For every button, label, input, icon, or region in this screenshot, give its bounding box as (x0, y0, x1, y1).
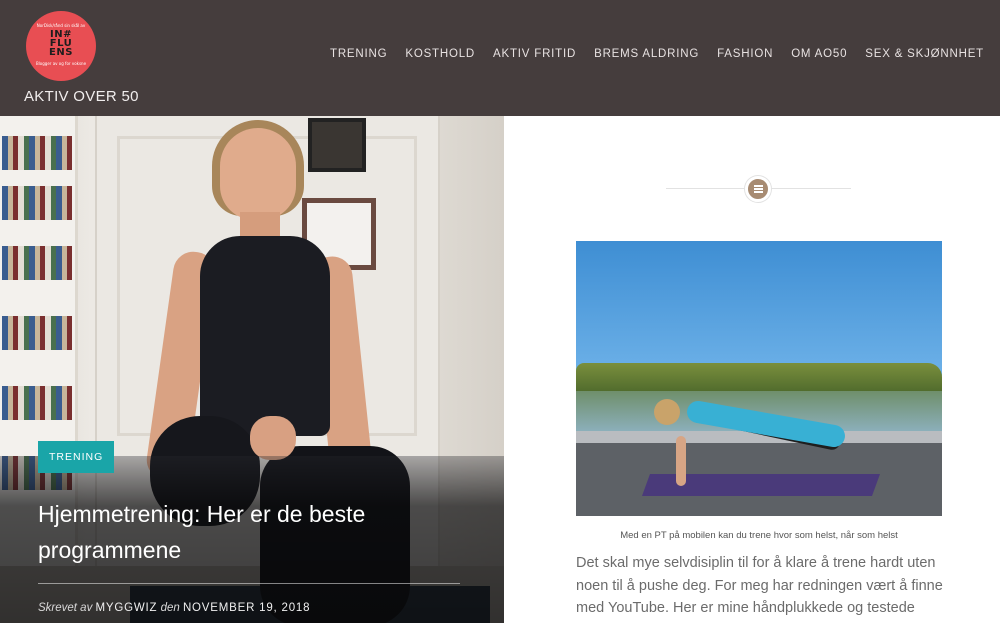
author-link[interactable]: MYGGWIZ (96, 602, 158, 614)
category-badge[interactable]: TRENING (38, 441, 115, 473)
nav-item-brems-aldring[interactable]: BREMS ALDRING (594, 48, 699, 60)
article-image[interactable] (576, 241, 942, 516)
post-meta: Skrevet av MYGGWIZ den NOVEMBER 19, 2018 (38, 602, 310, 614)
nav-item-sex-skjonnhet[interactable]: SEX & SKJØNNHET (865, 48, 984, 60)
nav-item-trening[interactable]: TRENING (330, 48, 387, 60)
logo-tagline-bottom: Blogger av og for voksne (35, 61, 87, 66)
main-nav: TRENING KOSTHOLD AKTIV FRITID BREMS ALDR… (330, 48, 984, 60)
date-label: den (160, 602, 180, 614)
image-caption: Med en PT på mobilen kan du trene hvor s… (620, 530, 898, 541)
site-logo[interactable]: NorDisk/rånd sin skål av IN# FLU ENS Blogg… (26, 11, 96, 81)
nav-item-kosthold[interactable]: KOSTHOLD (405, 48, 475, 60)
article-content: Med en PT på mobilen kan du trene hvor s… (504, 116, 1000, 623)
site-title[interactable]: AKTIV OVER 50 (24, 88, 139, 105)
nav-item-om-ao50[interactable]: OM AO50 (791, 48, 847, 60)
logo-mark: IN# FLU ENS (49, 29, 73, 58)
post-format-divider (666, 176, 851, 202)
nav-item-fashion[interactable]: FASHION (717, 48, 773, 60)
title-divider (38, 583, 460, 584)
article-body: Det skal mye selvdisiplin til for å klar… (576, 555, 943, 616)
post-date-link[interactable]: NOVEMBER 19, 2018 (183, 602, 310, 614)
site-header: NorDisk/rånd sin skål av IN# FLU ENS Blogg… (0, 0, 1000, 116)
standard-post-icon (745, 176, 771, 202)
post-title[interactable]: Hjemmetrening: Her er de beste programme… (38, 496, 458, 568)
logo-tagline-top: NorDisk/rånd sin skål av (36, 23, 86, 28)
written-by-label: Skrevet av (38, 602, 93, 614)
nav-item-aktiv-fritid[interactable]: AKTIV FRITID (493, 48, 576, 60)
